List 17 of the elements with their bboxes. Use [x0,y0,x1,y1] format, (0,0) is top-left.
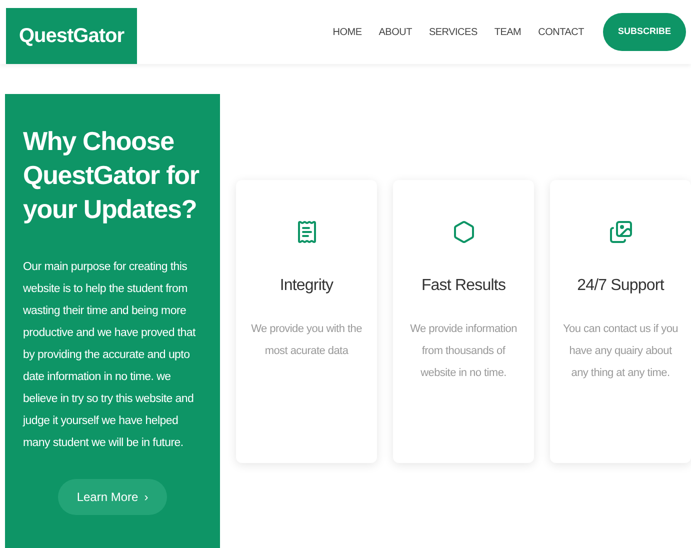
feature-text: We provide information from thousands of website in no time. [409,322,518,381]
nav-link[interactable]: SERVICES [428,24,478,40]
intro-text: Our main purpose for creating this website is to help the student from wasting their time and being more productive and we have proved that by providing the accurate and upto date information in no time. we believe in try so try this website and judge it yourself we have helped many student we will be in future. [23,260,197,451]
subscribe-button[interactable]: SUBSCRIBE [602,13,686,51]
intro-title: Why Choose QuestGator for your Updates? [23,125,200,226]
images-icon [608,220,632,244]
nav-link[interactable]: HOME [332,24,362,40]
hexagon-icon [452,220,476,244]
feature-title: 24/7 Support [577,276,664,296]
nav-link[interactable]: CONTACT [538,24,584,40]
logo[interactable]: QuestGator [6,8,137,64]
feature-text: You can contact us if you have any quairy about any thing at any time. [562,322,680,381]
nav-link[interactable]: TEAM [494,24,522,40]
feature-title: Integrity [280,276,334,296]
nav-link[interactable]: ABOUT [378,24,412,40]
feature-title: Fast Results [421,276,506,296]
feature-text: We provide you with the most acurate data [250,322,363,359]
